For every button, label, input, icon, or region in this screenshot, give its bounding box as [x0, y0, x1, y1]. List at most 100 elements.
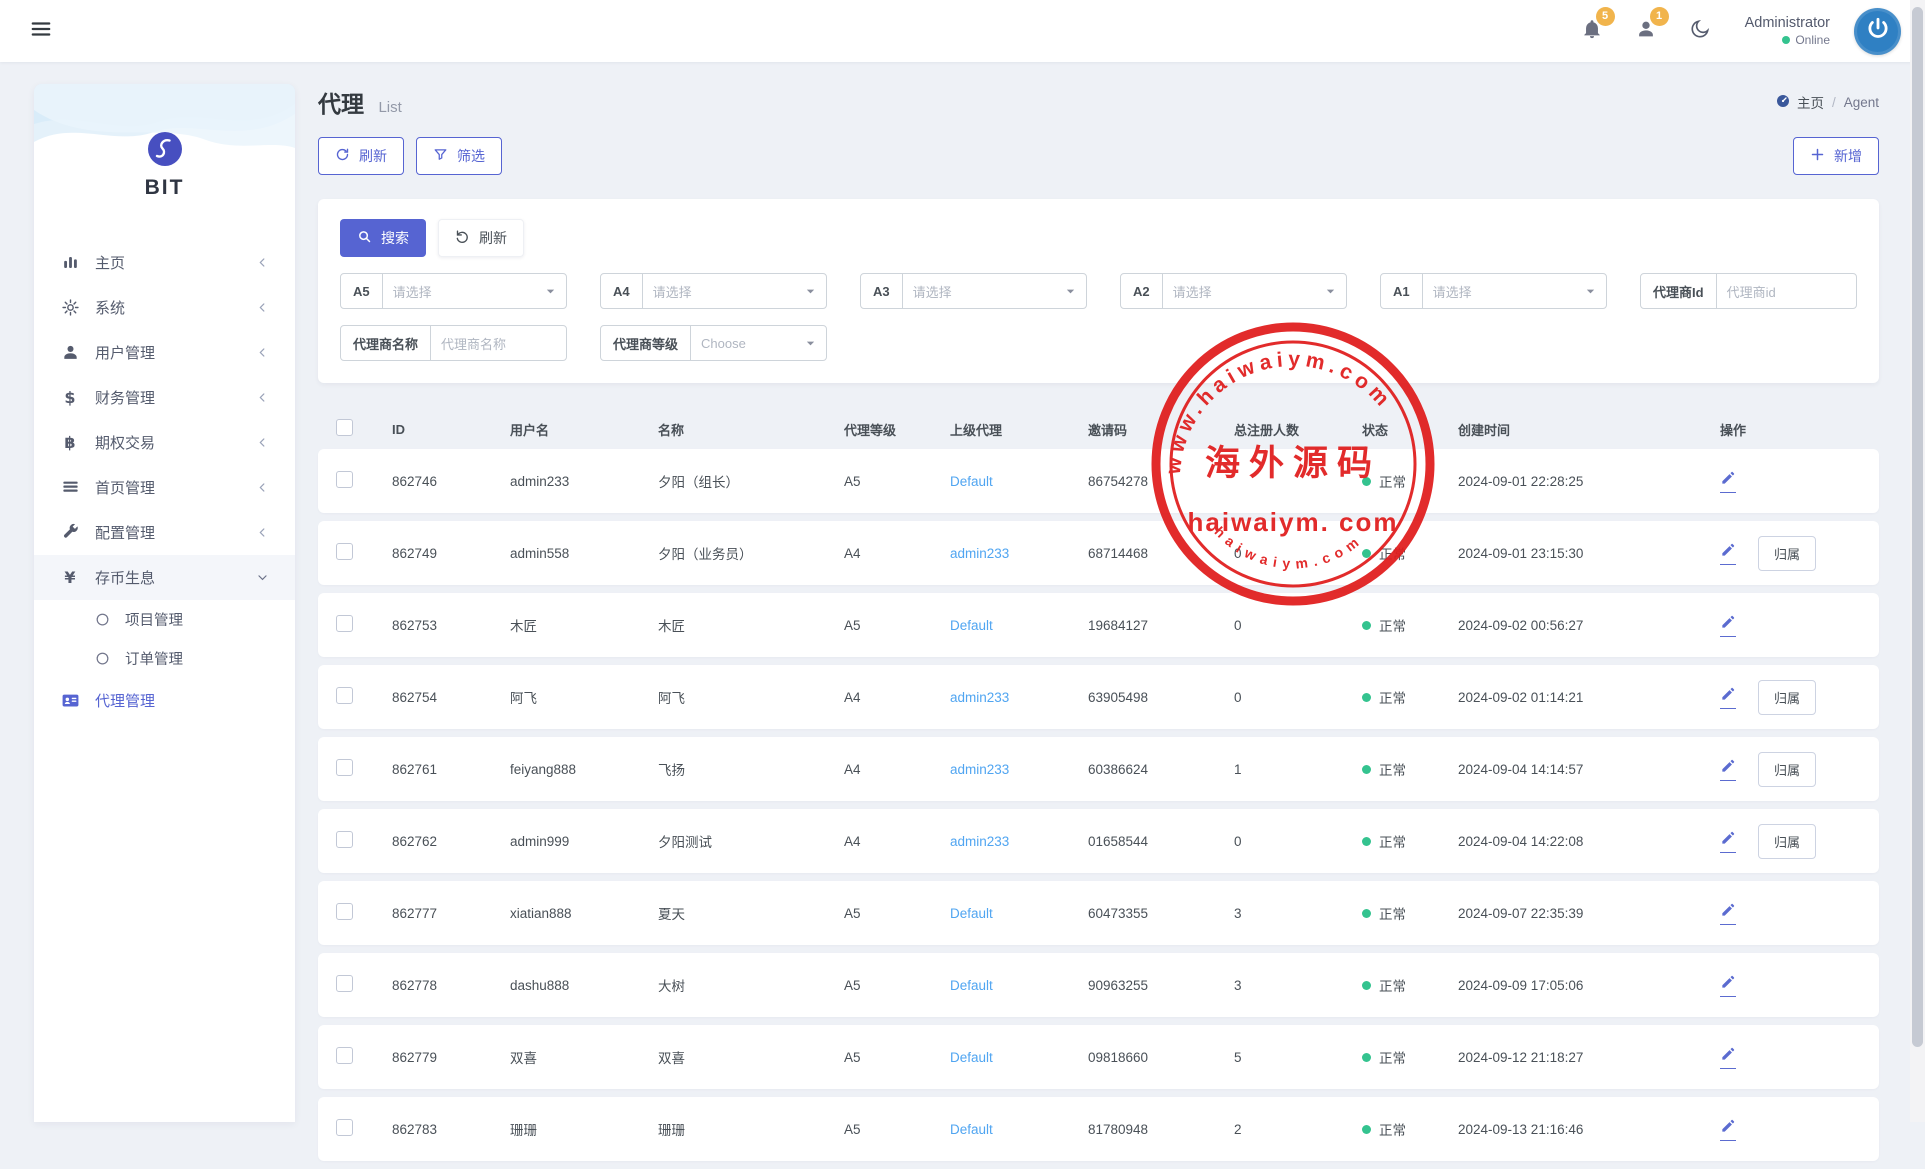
row-checkbox[interactable] [336, 1047, 353, 1064]
filter-select-a1[interactable]: A1请选择 [1380, 273, 1607, 309]
chevron-down-icon [805, 286, 826, 297]
sidebar-item-config-management[interactable]: 配置管理 [34, 510, 295, 555]
edit-button[interactable] [1720, 902, 1736, 925]
parent-agent-link[interactable]: Default [950, 1122, 993, 1137]
cell-name: 飞扬 [658, 759, 844, 779]
row-checkbox[interactable] [336, 903, 353, 920]
cell-created-at: 2024-09-04 14:22:08 [1458, 834, 1720, 849]
search-button[interactable]: 搜索 [340, 219, 426, 257]
sidebar-item-user-management[interactable]: 用户管理 [34, 330, 295, 375]
parent-agent-link[interactable]: Default [950, 1050, 993, 1065]
scrollbar-thumb[interactable] [1912, 7, 1923, 1047]
status-text: 正常 [1379, 903, 1406, 923]
filter-panel: 搜索 刷新 A5请选择 A4请选择 A3请选择 A2请选择 A1请选择 代理商Id 代理… [318, 199, 1879, 383]
cell-parent: Default [950, 618, 1088, 633]
edit-button[interactable] [1720, 686, 1736, 709]
edit-button[interactable] [1720, 542, 1736, 565]
edit-button[interactable] [1720, 614, 1736, 637]
cell-status: 正常 [1362, 1047, 1458, 1067]
row-checkbox-cell [336, 975, 392, 995]
filter-select-a5[interactable]: A5请选择 [340, 273, 567, 309]
cell-id: 862762 [392, 834, 510, 849]
row-checkbox[interactable] [336, 975, 353, 992]
row-checkbox[interactable] [336, 543, 353, 560]
edit-button[interactable] [1720, 830, 1736, 853]
cell-actions [1720, 1118, 1861, 1141]
cell-status: 正常 [1362, 687, 1458, 707]
assign-button[interactable]: 归属 [1758, 536, 1816, 571]
refresh-button[interactable]: 刷新 [318, 137, 404, 175]
cell-created-at: 2024-09-04 14:14:57 [1458, 762, 1720, 777]
row-checkbox[interactable] [336, 759, 353, 776]
sidebar-subitem-order-management[interactable]: 订单管理 [34, 639, 295, 678]
agent-id-field[interactable]: 代理商Id 代理商id [1640, 273, 1857, 309]
parent-agent-link[interactable]: Default [950, 978, 993, 993]
sidebar-item-homepage-management[interactable]: 首页管理 [34, 465, 295, 510]
hamburger-menu-icon[interactable] [24, 12, 58, 51]
parent-agent-link[interactable]: Default [950, 906, 993, 921]
power-icon [1865, 16, 1891, 47]
select-all-checkbox[interactable] [336, 419, 353, 436]
edit-button[interactable] [1720, 974, 1736, 997]
dashboard-icon [1775, 93, 1791, 112]
parent-agent-link[interactable]: Default [950, 474, 993, 489]
filter-button[interactable]: 筛选 [416, 137, 502, 175]
circle-icon [92, 651, 112, 666]
filter-select-a3[interactable]: A3请选择 [860, 273, 1087, 309]
sidebar-item-label: 期权交易 [95, 432, 155, 453]
chevron-left-icon [256, 391, 269, 404]
agent-name-field[interactable]: 代理商名称 代理商名称 [340, 325, 567, 361]
sidebar-item-deposit-interest[interactable]: ¥存币生息 [34, 555, 295, 600]
pencil-icon [1720, 902, 1736, 921]
row-checkbox[interactable] [336, 471, 353, 488]
bitcoin-icon: ฿ [60, 433, 80, 452]
reset-button[interactable]: 刷新 [438, 219, 524, 257]
row-checkbox[interactable] [336, 615, 353, 632]
edit-button[interactable] [1720, 1118, 1736, 1141]
edit-button[interactable] [1720, 470, 1736, 493]
user-status: Online [1745, 33, 1830, 49]
dark-mode-toggle[interactable] [1685, 14, 1715, 49]
sidebar-item-options-trading[interactable]: ฿ 期权交易 [34, 420, 295, 465]
parent-agent-link[interactable]: admin233 [950, 834, 1009, 849]
cell-id: 862777 [392, 906, 510, 921]
agent-name-label: 代理商名称 [341, 326, 431, 360]
filter-select-a4[interactable]: A4请选择 [600, 273, 827, 309]
cell-invite-code: 90963255 [1088, 978, 1234, 993]
cell-id: 862783 [392, 1122, 510, 1137]
sidebar-item-agent-management[interactable]: 代理管理 [34, 678, 295, 723]
logout-button[interactable] [1854, 8, 1901, 55]
cell-status: 正常 [1362, 615, 1458, 635]
edit-button[interactable] [1720, 1046, 1736, 1069]
filter-select-a2[interactable]: A2请选择 [1120, 273, 1347, 309]
sidebar-item-label: 财务管理 [95, 387, 155, 408]
breadcrumb-home[interactable]: 主页 [1775, 92, 1824, 112]
assign-button[interactable]: 归属 [1758, 824, 1816, 859]
status-dot [1362, 1125, 1371, 1134]
sidebar-item-finance-management[interactable]: $财务管理 [34, 375, 295, 420]
edit-button[interactable] [1720, 758, 1736, 781]
cell-actions: 归属 [1720, 824, 1861, 859]
agent-level-select[interactable]: 代理商等级 Choose [600, 325, 827, 361]
row-checkbox[interactable] [336, 687, 353, 704]
cell-actions: 归属 [1720, 752, 1861, 787]
parent-agent-link[interactable]: admin233 [950, 546, 1009, 561]
notifications-button[interactable]: 5 [1577, 14, 1607, 49]
sidebar-item-system[interactable]: 系统 [34, 285, 295, 330]
cell-invite-code: 68714468 [1088, 546, 1234, 561]
parent-agent-link[interactable]: admin233 [950, 690, 1009, 705]
parent-agent-link[interactable]: admin233 [950, 762, 1009, 777]
sidebar-subitem-project-management[interactable]: 项目管理 [34, 600, 295, 639]
messages-button[interactable]: 1 [1631, 14, 1661, 49]
add-button[interactable]: 新增 [1793, 137, 1879, 175]
assign-button[interactable]: 归属 [1758, 752, 1816, 787]
assign-button[interactable]: 归属 [1758, 680, 1816, 715]
page-scrollbar[interactable] [1910, 0, 1925, 1122]
cell-name: 双喜 [658, 1047, 844, 1067]
row-checkbox[interactable] [336, 831, 353, 848]
table-body: 862746admin233夕阳（组长）A5Default86754278正常2… [318, 449, 1879, 1161]
sidebar-item-home[interactable]: 主页 [34, 240, 295, 285]
parent-agent-link[interactable]: Default [950, 618, 993, 633]
table-row: 862754阿飞阿飞A4admin233639054980正常2024-09-0… [318, 665, 1879, 729]
cell-parent: admin233 [950, 690, 1088, 705]
